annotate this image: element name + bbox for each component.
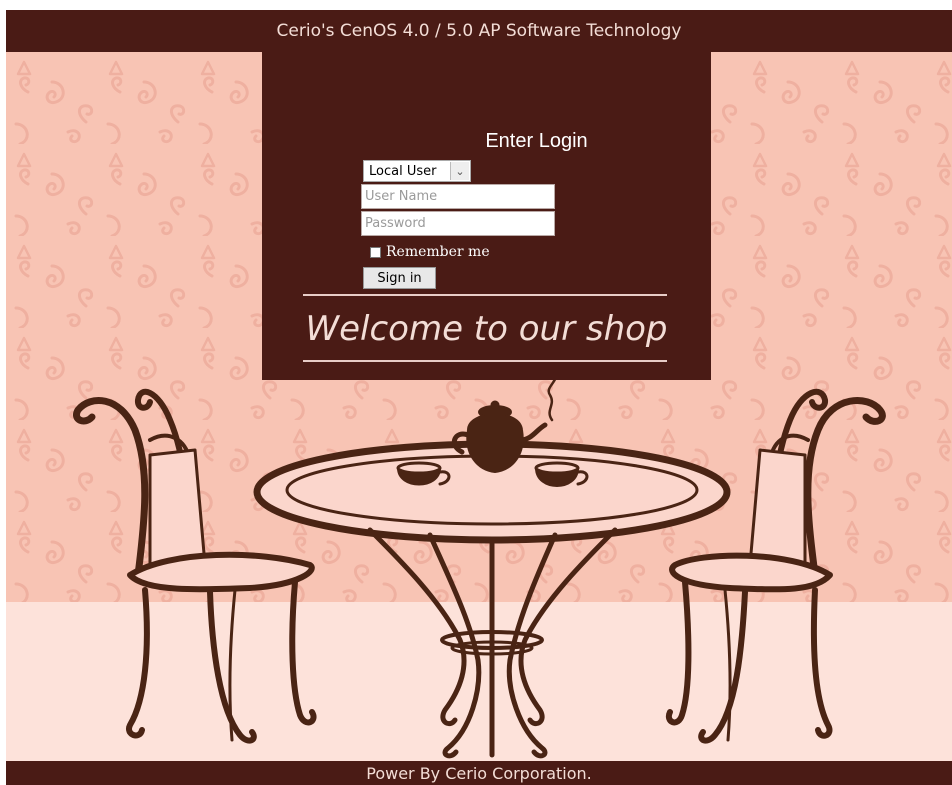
sign-in-button[interactable]: Sign in	[363, 267, 436, 289]
user-type-select[interactable]: Local User ⌄	[363, 160, 471, 182]
divider-bottom	[303, 360, 667, 362]
top-header-bar: Cerio's CenOS 4.0 / 5.0 AP Software Tech…	[6, 10, 952, 52]
password-input[interactable]	[361, 211, 555, 236]
checkbox-icon[interactable]	[370, 246, 381, 258]
footer-bar: Power By Cerio Corporation.	[6, 761, 952, 785]
remember-me-row[interactable]: Remember me	[370, 243, 490, 261]
dropdown-arrow-icon: ⌄	[450, 162, 469, 180]
login-panel: Enter Login Local User ⌄ Remember me Sig…	[262, 52, 711, 380]
login-title: Enter Login	[485, 130, 588, 152]
page: Cerio's CenOS 4.0 / 5.0 AP Software Tech…	[0, 0, 952, 785]
header-title: Cerio's CenOS 4.0 / 5.0 AP Software Tech…	[276, 21, 682, 41]
divider-top	[303, 294, 667, 296]
floor-background	[6, 602, 952, 761]
welcome-text: Welcome to our shop	[305, 309, 668, 349]
user-type-selected: Local User	[369, 163, 437, 179]
remember-me-label[interactable]: Remember me	[386, 244, 490, 260]
username-input[interactable]	[361, 184, 555, 209]
footer-text: Power By Cerio Corporation.	[366, 763, 592, 783]
